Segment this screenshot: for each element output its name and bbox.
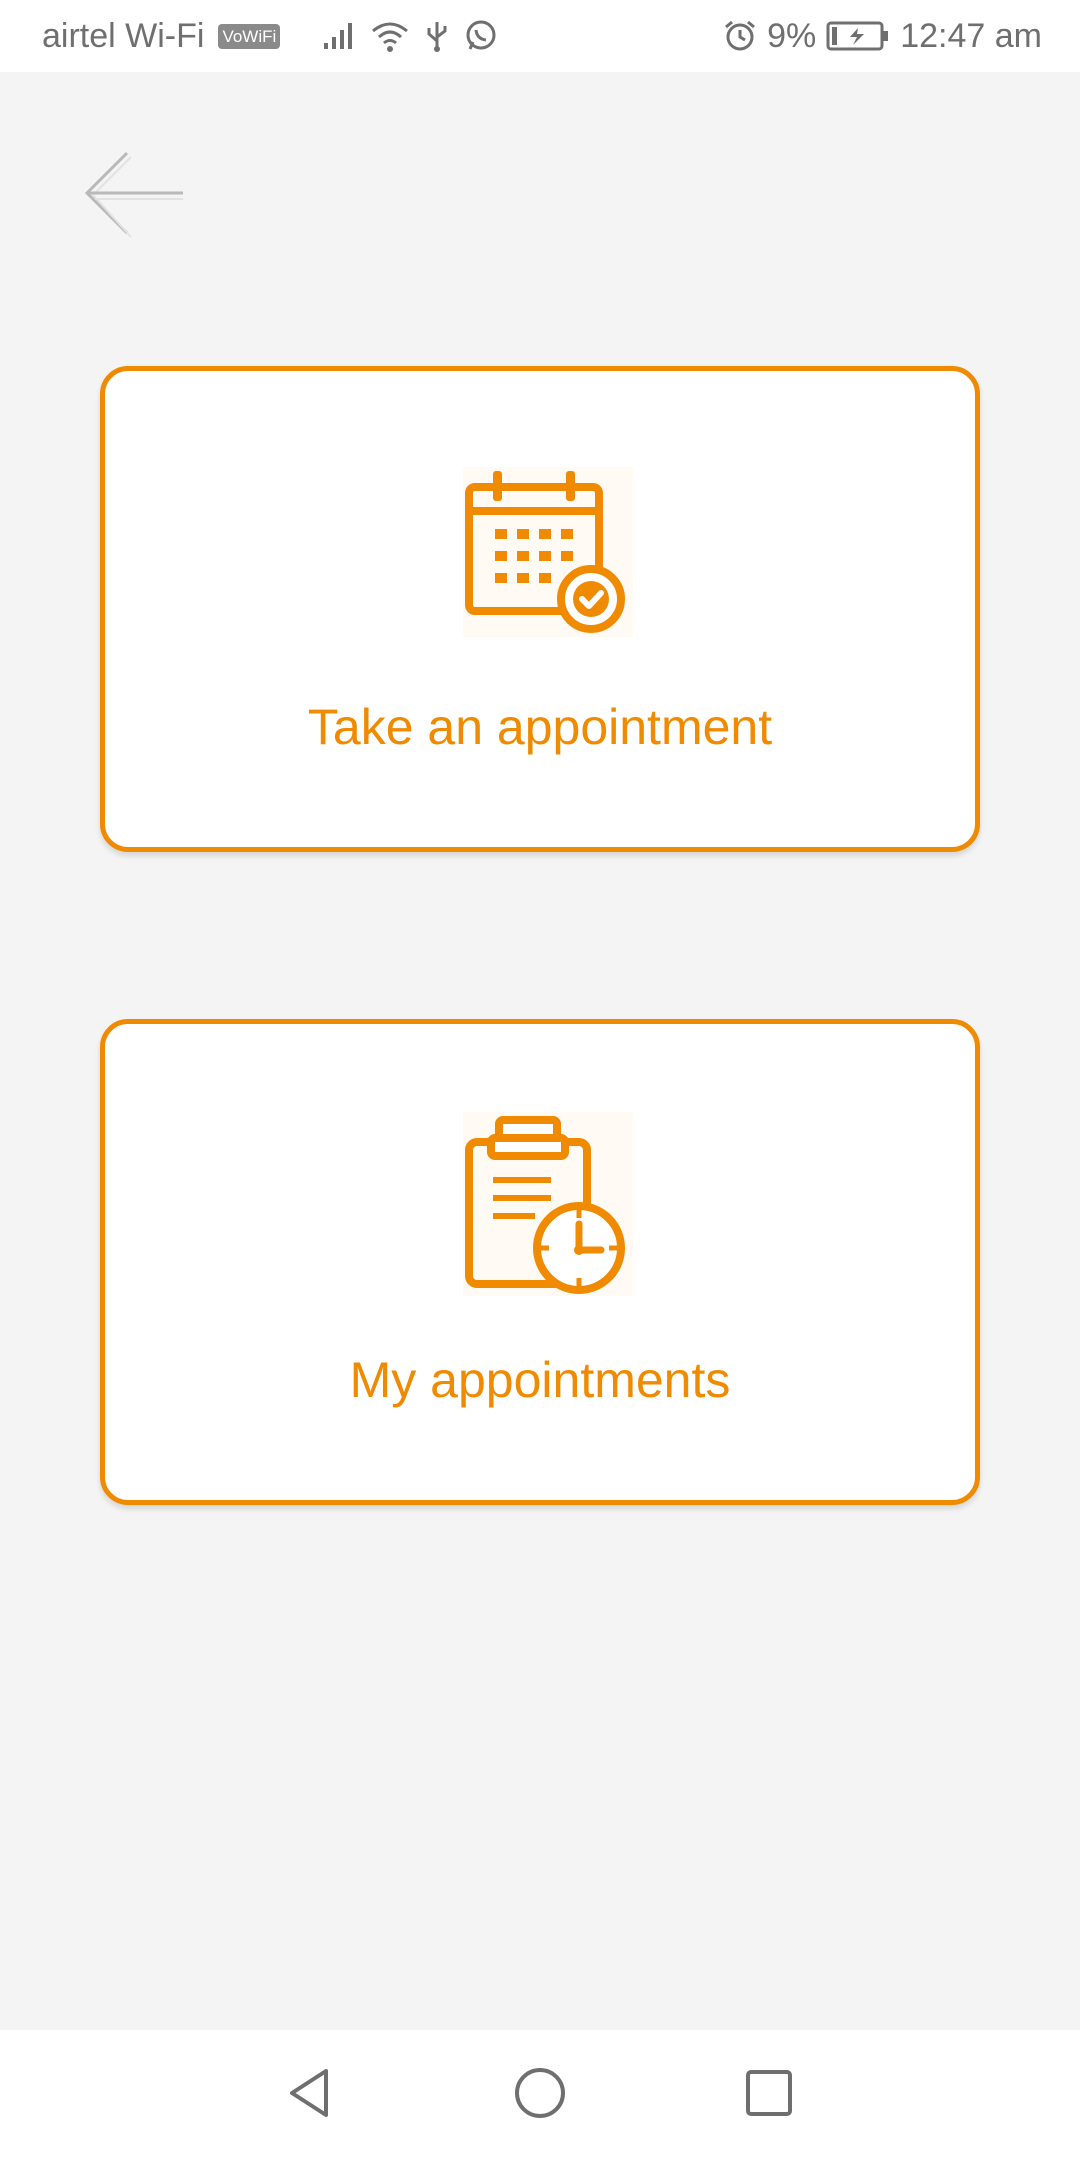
nav-back-button[interactable]: [265, 2050, 355, 2140]
arrow-left-icon: [79, 141, 189, 256]
nav-back-icon: [280, 2063, 340, 2128]
clock-time: 12:47 am: [900, 16, 1042, 55]
nav-recents-icon: [739, 2063, 799, 2128]
status-bar: airtel Wi-Fi VoWiFi 9% 12:47 am: [0, 0, 1080, 72]
alarm-icon: [723, 19, 757, 53]
my-appointments-card[interactable]: My appointments: [100, 1019, 980, 1505]
take-appointment-card[interactable]: Take an appointment: [100, 366, 980, 852]
status-right: 9% 12:47 am: [723, 17, 1042, 56]
carrier-name: airtel Wi-Fi: [42, 16, 205, 55]
back-button[interactable]: [78, 142, 190, 254]
signal-icon: [322, 21, 356, 51]
whatsapp-icon: [464, 19, 498, 53]
main-content: Take an appointment My appointments: [0, 72, 1080, 2030]
status-icons: [322, 19, 498, 53]
nav-recents-button[interactable]: [724, 2050, 814, 2140]
navigation-bar: [0, 2030, 1080, 2160]
calendar-check-icon: [453, 459, 637, 643]
wifi-icon: [370, 19, 410, 53]
battery-charging-icon: [826, 20, 890, 52]
nav-home-button[interactable]: [495, 2050, 585, 2140]
battery-percent: 9%: [767, 16, 817, 55]
clipboard-clock-icon: [453, 1112, 637, 1296]
nav-home-icon: [510, 2063, 570, 2128]
my-appointments-label: My appointments: [349, 1352, 731, 1408]
take-appointment-label: Take an appointment: [307, 699, 773, 755]
status-left: airtel Wi-Fi VoWiFi: [42, 17, 498, 56]
usb-icon: [424, 19, 450, 53]
vowifi-badge: VoWiFi: [218, 23, 281, 49]
